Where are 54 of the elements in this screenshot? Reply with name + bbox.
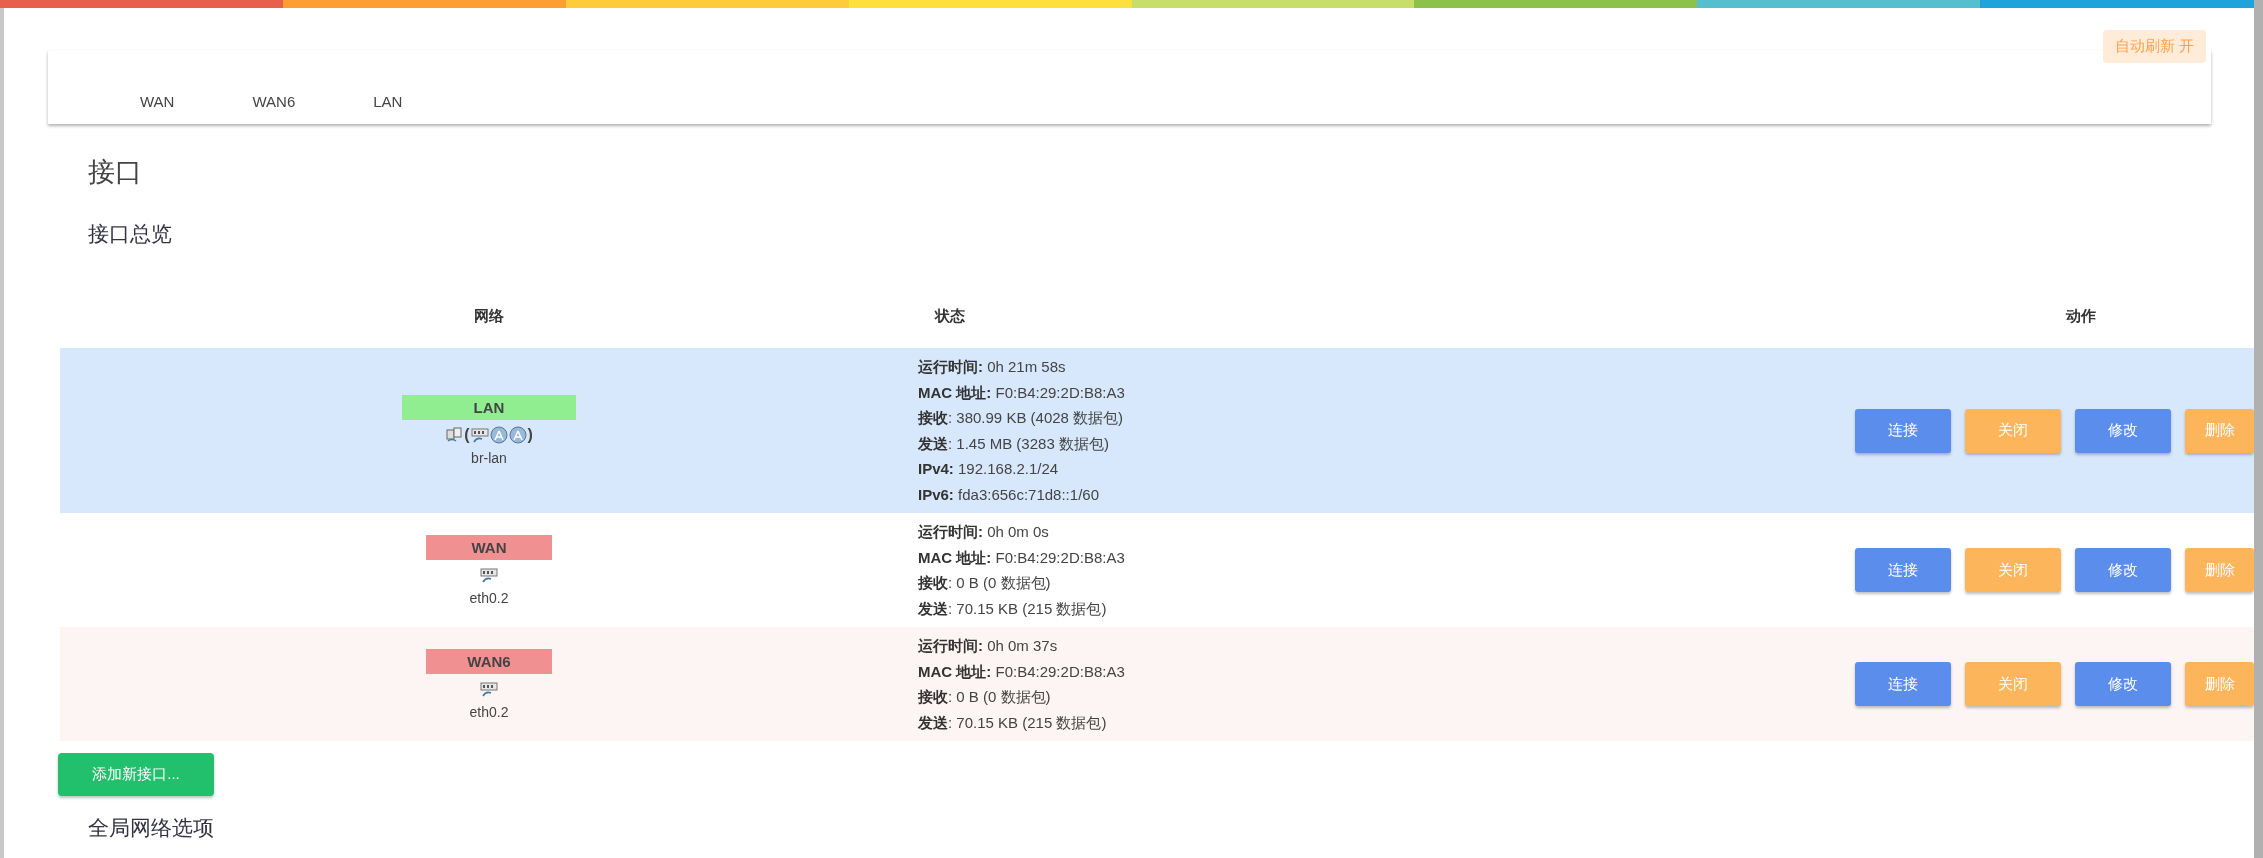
action-button[interactable]: 连接 [1855, 408, 1951, 453]
add-interface-button[interactable]: 添加新接口... [58, 753, 214, 796]
section-title: 全局网络选项 [88, 815, 215, 841]
action-button[interactable]: 修改 [2075, 548, 2171, 592]
action-button[interactable]: 删除 [2185, 408, 2254, 453]
network-badge: LAN [402, 395, 576, 420]
bracket: ) [527, 426, 533, 444]
network-badge: WAN6 [426, 648, 552, 674]
section-title: 接口总览 [88, 221, 173, 247]
status-line: 运行时间: 0h 0m 0s [918, 522, 1050, 542]
status-line: 运行时间: 0h 21m 58s [918, 357, 1067, 377]
status-line: IPv6: fda3:656c:71d8::1/60 [918, 484, 1100, 505]
wireless-icon [508, 426, 527, 444]
column-header: 网络 [474, 306, 504, 326]
ethernet-port-icon [480, 565, 498, 584]
auto-refresh-button[interactable]: 自动刷新 开 [2102, 30, 2206, 63]
status-line: MAC 地址: F0:B4:29:2D:B8:A3 [918, 547, 1126, 568]
action-button[interactable]: 修改 [2075, 662, 2171, 706]
scrollbar[interactable] [2254, 0, 2263, 858]
status-line: IPv4: 192.168.2.1/24 [918, 459, 1060, 479]
action-button[interactable]: 删除 [2185, 662, 2254, 706]
status-line: 接收: 0 B (0 数据包) [918, 573, 1052, 593]
action-button[interactable]: 修改 [2075, 408, 2171, 453]
bracket: ( [464, 426, 470, 444]
tab[interactable]: LAN [373, 93, 403, 110]
status-line: MAC 地址: F0:B4:29:2D:B8:A3 [918, 661, 1126, 682]
column-header: 动作 [2064, 306, 2096, 326]
page-title: 接口 [88, 156, 143, 189]
bridge-icon [445, 426, 464, 444]
tab[interactable]: WAN6 [252, 93, 296, 110]
action-button[interactable]: 关闭 [1965, 408, 2061, 453]
action-button[interactable]: 关闭 [1965, 662, 2061, 706]
action-button[interactable]: 关闭 [1965, 548, 2061, 592]
device-name: br-lan [471, 450, 507, 466]
ethernet-port-icon [470, 426, 489, 444]
action-button[interactable]: 删除 [2185, 548, 2254, 592]
network-badge: WAN [426, 534, 552, 560]
status-line: MAC 地址: F0:B4:29:2D:B8:A3 [918, 382, 1126, 403]
column-header: 状态 [933, 306, 966, 326]
tab[interactable]: WAN [140, 93, 175, 110]
status-line: 发送: 70.15 KB (215 数据包) [918, 598, 1108, 619]
table-row[interactable]: WAN6 eth0.2 运行时间: 0h 0m 37s MAC 地址: F0:B4:29:2D:B8:A3 接收: 0 B (0 数据包) 发送: 70.15 KB (215 数据包) 连接 关闭 修改 删除 [60, 627, 2254, 741]
ethernet-port-icon [480, 679, 498, 698]
action-button[interactable]: 连接 [1855, 548, 1951, 592]
status-line: 接收: 0 B (0 数据包) [918, 687, 1052, 707]
action-button[interactable]: 连接 [1855, 662, 1951, 706]
status-line: 接收: 380.99 KB (4028 数据包) [918, 408, 1125, 428]
device-name: eth0.2 [469, 703, 509, 720]
status-line: 发送: 1.45 MB (3283 数据包) [918, 433, 1110, 454]
status-line: 发送: 70.15 KB (215 数据包) [918, 712, 1108, 733]
device-name: eth0.2 [469, 589, 509, 606]
wireless-icon [489, 426, 508, 444]
table-row[interactable]: LAN ( ) br-lan 运行时间: 0h 21m 58s MAC 地址: F0:B4:29:2D:B8:A3 接收: 380.99 KB (4028 数据包) 发送: 1.45 MB (3283 数据包) IPv4: 192.168.2.1/24 IPv6: fda3:656c:71d8::1/60 连接 关闭 修改 删除 [60, 348, 2254, 513]
status-line: 运行时间: 0h 0m 37s [918, 636, 1059, 656]
